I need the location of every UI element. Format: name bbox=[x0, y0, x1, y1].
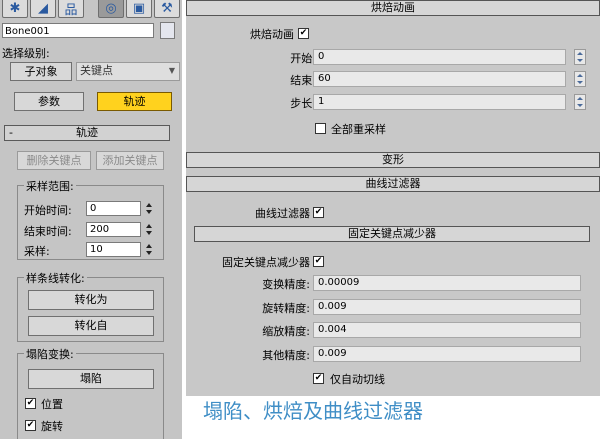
samples-spinner[interactable] bbox=[144, 242, 154, 257]
display-icon: ▣ bbox=[132, 0, 146, 16]
samples-label: 采样: bbox=[24, 245, 50, 258]
end-time-spinner[interactable] bbox=[144, 222, 154, 237]
utilities-tab[interactable]: ⚒ bbox=[154, 0, 180, 18]
spline-conversion-label: 样条线转化: bbox=[24, 270, 87, 286]
step-spinner[interactable] bbox=[574, 94, 586, 110]
fixed-key-reducer-checkbox[interactable]: ✔ bbox=[313, 256, 324, 267]
auto-tangent-checkbox[interactable]: ✔ bbox=[313, 373, 324, 384]
transform-precision-label: 变换精度: bbox=[262, 278, 310, 291]
rotation-precision-label: 旋转精度: bbox=[262, 302, 310, 315]
modify-tab[interactable]: ◢ bbox=[30, 0, 56, 18]
sub-object-button[interactable]: 子对象 bbox=[10, 62, 72, 81]
motion-tab[interactable]: ◎ bbox=[98, 0, 124, 18]
create-tab[interactable]: ✱ bbox=[2, 0, 28, 18]
collapse-icon: - bbox=[9, 126, 13, 139]
bake-animation-checkbox[interactable]: ✔ bbox=[298, 28, 309, 39]
collapse-transform-label: 塌陷变换: bbox=[24, 346, 76, 362]
delete-key-button[interactable]: 删除关键点 bbox=[17, 151, 91, 170]
fixed-key-reducer-header[interactable]: 固定关键点减少器 bbox=[194, 226, 590, 242]
other-precision-input[interactable]: 0.009 bbox=[313, 346, 581, 362]
end-time-input[interactable]: 200 bbox=[86, 222, 141, 237]
scale-precision-label: 缩放精度: bbox=[262, 325, 310, 338]
caption: 塌陷、烘焙及曲线过滤器 bbox=[203, 399, 423, 423]
position-checkbox[interactable]: ✔ bbox=[25, 398, 36, 409]
rotation-checkbox[interactable]: ✔ bbox=[25, 420, 36, 431]
start-time-label: 开始时间: bbox=[24, 204, 72, 217]
parameters-button[interactable]: 参数 bbox=[14, 92, 84, 111]
start-input[interactable]: 0 bbox=[313, 49, 566, 65]
object-color-swatch[interactable] bbox=[160, 22, 175, 39]
end-time-label: 结束时间: bbox=[24, 225, 72, 238]
collapse-button[interactable]: 塌陷 bbox=[28, 369, 154, 389]
rollout-title: 轨迹 bbox=[76, 126, 98, 139]
position-label: 位置 bbox=[41, 398, 63, 411]
collapse-transform-group: 塌陷变换: bbox=[17, 346, 164, 439]
convert-from-button[interactable]: 转化自 bbox=[28, 316, 154, 336]
hierarchy-tab[interactable]: 品 bbox=[58, 0, 84, 18]
curve-filter-checkbox[interactable]: ✔ bbox=[313, 207, 324, 218]
object-name-field[interactable]: Bone001 bbox=[2, 23, 154, 38]
utilities-icon: ⚒ bbox=[161, 0, 173, 16]
curve-filter-label: 曲线过滤器 bbox=[255, 207, 310, 220]
auto-tangent-label: 仅自动切线 bbox=[330, 373, 385, 386]
bake-animation-panel: 烘焙动画 烘焙动画 ✔ 开始: 0 结束: 60 步长: 1 全部重采样 变形 … bbox=[186, 0, 600, 396]
end-spinner[interactable] bbox=[574, 71, 586, 87]
convert-to-button[interactable]: 转化为 bbox=[28, 290, 154, 310]
start-spinner[interactable] bbox=[574, 49, 586, 65]
end-input[interactable]: 60 bbox=[313, 71, 566, 87]
start-time-input[interactable]: 0 bbox=[86, 201, 141, 216]
samples-input[interactable]: 10 bbox=[86, 242, 141, 257]
trajectories-rollout-header[interactable]: - 轨迹 bbox=[4, 125, 170, 141]
create-icon: ✱ bbox=[9, 0, 21, 16]
transform-precision-input[interactable]: 0.00009 bbox=[313, 275, 581, 291]
chevron-down-icon: ▼ bbox=[168, 66, 175, 75]
modify-icon: ◢ bbox=[38, 0, 48, 16]
step-input[interactable]: 1 bbox=[313, 94, 566, 110]
curve-filter-header[interactable]: 曲线过滤器 bbox=[186, 176, 600, 192]
resample-all-checkbox[interactable] bbox=[315, 123, 326, 134]
trajectories-button[interactable]: 轨迹 bbox=[97, 92, 172, 111]
start-time-spinner[interactable] bbox=[144, 201, 154, 216]
fixed-key-reducer-label: 固定关键点减少器 bbox=[222, 256, 310, 269]
command-panel-tabs: ✱ ◢ 品 ◎ ▣ ⚒ bbox=[0, 0, 182, 20]
display-tab[interactable]: ▣ bbox=[126, 0, 152, 18]
sub-object-dropdown-value: 关键点 bbox=[80, 64, 113, 77]
sub-object-dropdown[interactable]: 关键点 ▼ bbox=[76, 62, 180, 81]
motion-panel: ✱ ◢ 品 ◎ ▣ ⚒ Bone001 选择级别: 子对象 关键点 ▼ 参数 轨… bbox=[0, 0, 182, 439]
rotation-precision-input[interactable]: 0.009 bbox=[313, 299, 581, 315]
sample-range-label: 采样范围: bbox=[24, 178, 76, 194]
motion-icon: ◎ bbox=[105, 0, 117, 16]
bake-animation-header[interactable]: 烘焙动画 bbox=[186, 0, 600, 16]
resample-all-label: 全部重采样 bbox=[331, 123, 386, 136]
rotation-label: 旋转 bbox=[41, 420, 63, 433]
hierarchy-icon: 品 bbox=[64, 2, 78, 18]
add-key-button[interactable]: 添加关键点 bbox=[96, 151, 164, 170]
other-precision-label: 其他精度: bbox=[262, 349, 310, 362]
bake-animation-label: 烘焙动画 bbox=[250, 28, 294, 41]
selection-level-label: 选择级别: bbox=[2, 47, 50, 60]
scale-precision-input[interactable]: 0.004 bbox=[313, 322, 581, 338]
deform-header[interactable]: 变形 bbox=[186, 152, 600, 168]
